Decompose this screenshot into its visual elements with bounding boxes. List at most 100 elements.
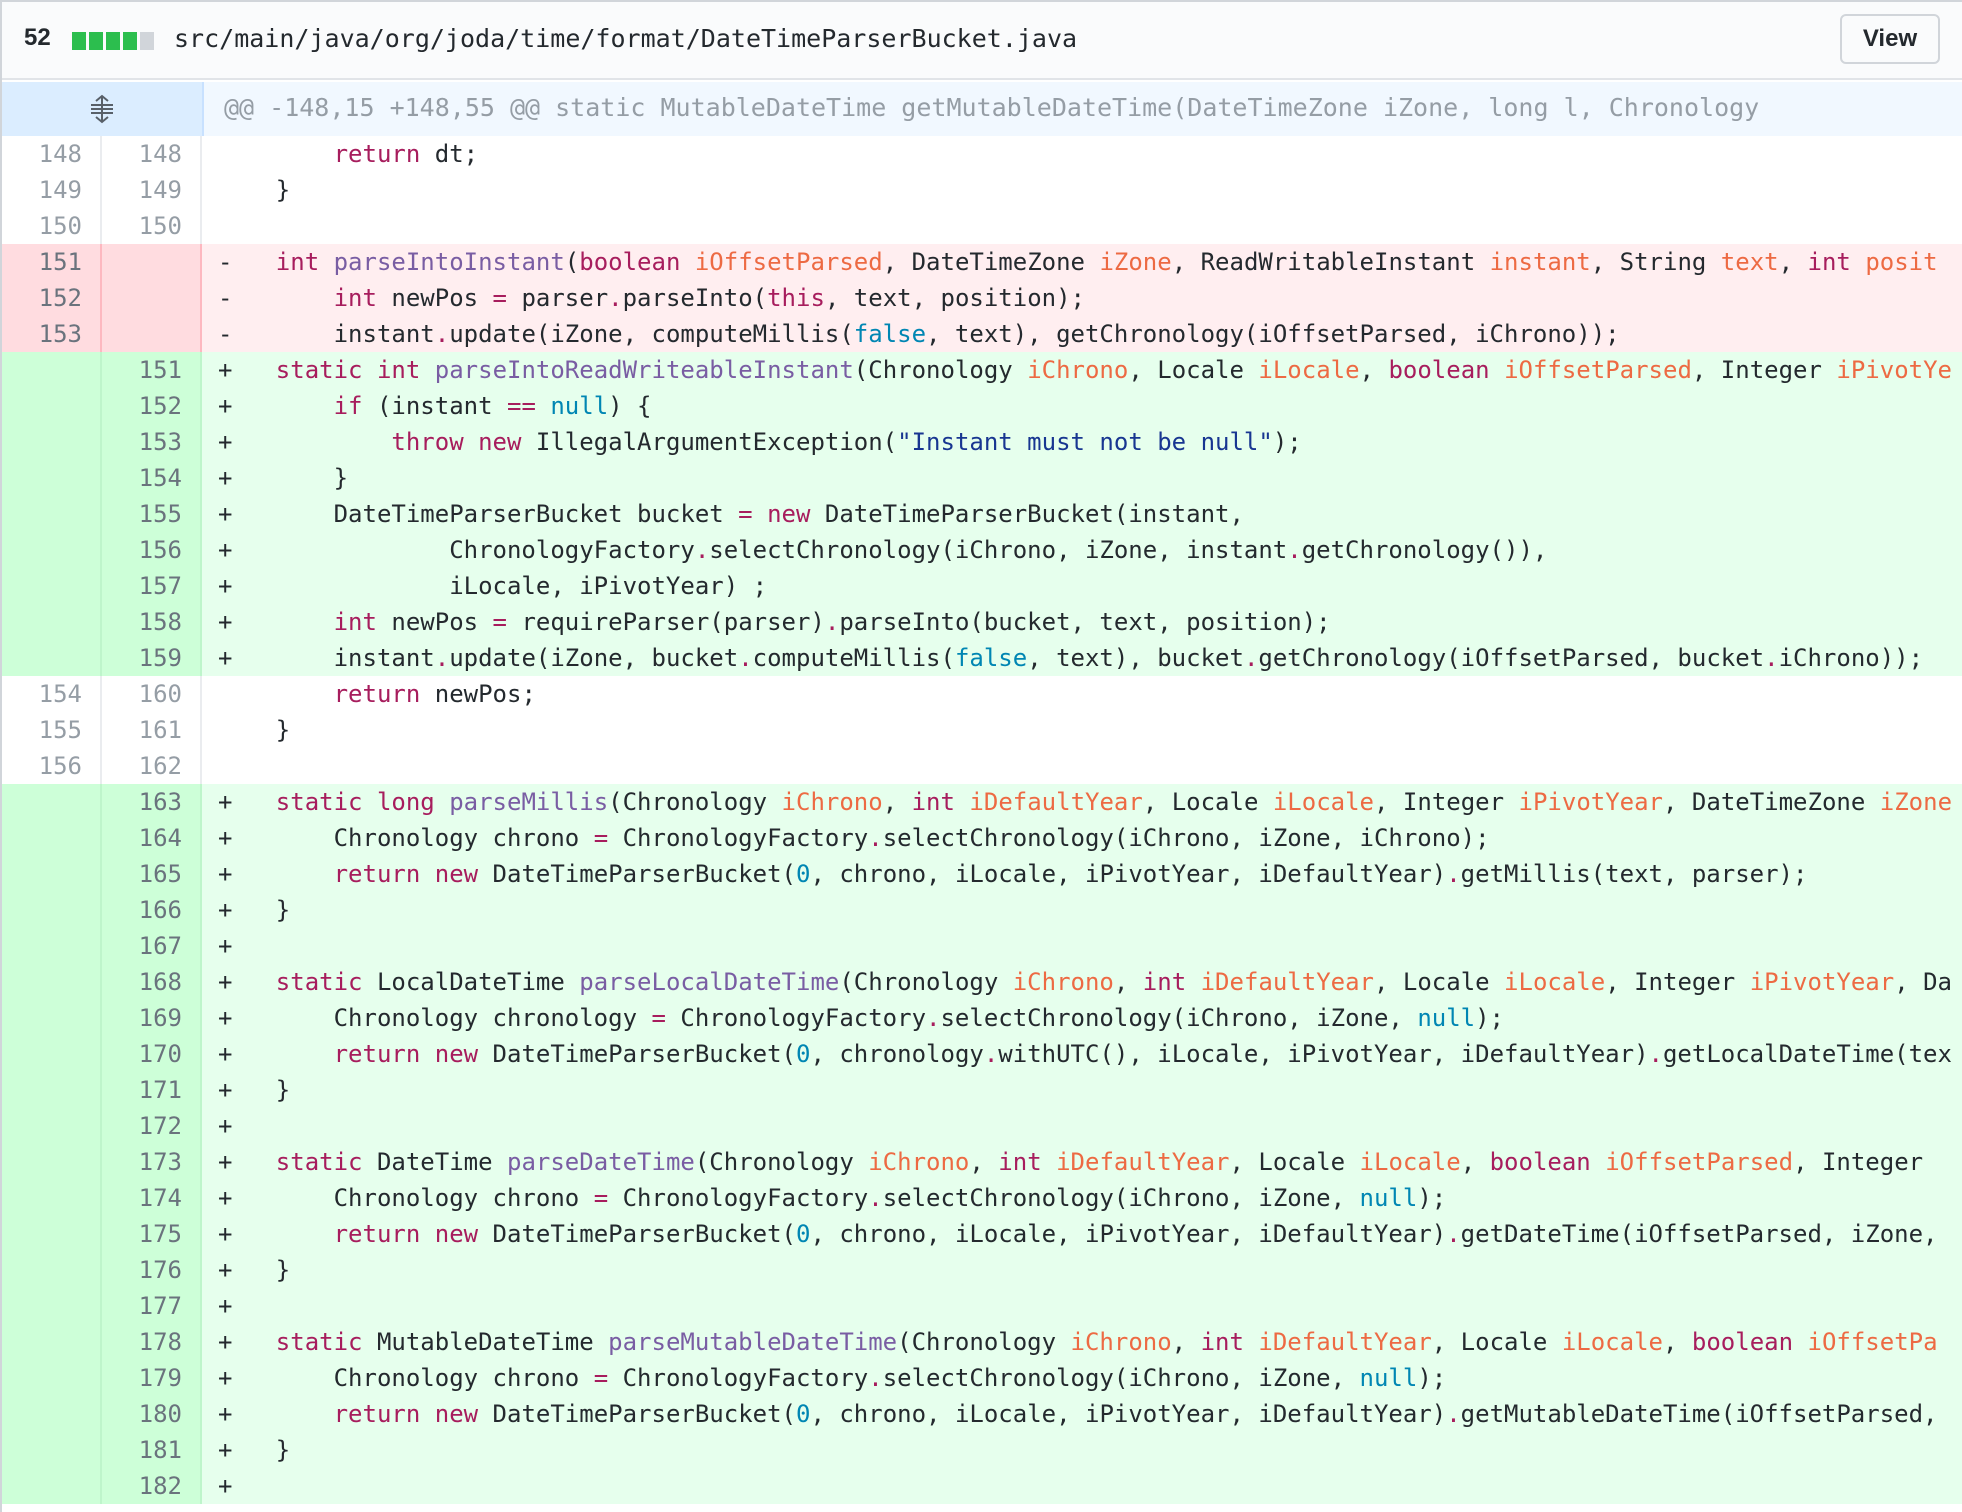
new-line-number[interactable]: 160 — [102, 676, 202, 712]
old-line-number[interactable] — [2, 640, 102, 676]
new-line-number[interactable]: 151 — [102, 352, 202, 388]
old-line-number[interactable] — [2, 460, 102, 496]
diff-stat-block-neutral — [140, 32, 154, 50]
old-line-number[interactable] — [2, 784, 102, 820]
code-line: } — [218, 176, 291, 204]
code-line: - int newPos = parser.parseInto(this, te… — [218, 284, 1085, 312]
new-line-number[interactable]: 167 — [102, 928, 202, 964]
new-line-number[interactable]: 173 — [102, 1144, 202, 1180]
old-line-number[interactable] — [2, 604, 102, 640]
diff-line-add: 172 + — [2, 1108, 1962, 1144]
new-line-number[interactable]: 163 — [102, 784, 202, 820]
new-line-number[interactable]: 162 — [102, 748, 202, 784]
old-line-number[interactable] — [2, 856, 102, 892]
old-line-number[interactable]: 150 — [2, 208, 102, 244]
new-line-number[interactable]: 169 — [102, 1000, 202, 1036]
new-line-number[interactable]: 174 — [102, 1180, 202, 1216]
old-line-number[interactable] — [2, 1288, 102, 1324]
new-line-number[interactable]: 168 — [102, 964, 202, 1000]
new-line-number[interactable]: 164 — [102, 820, 202, 856]
old-line-number[interactable] — [2, 1324, 102, 1360]
old-line-number[interactable]: 155 — [2, 712, 102, 748]
old-line-number[interactable] — [2, 1072, 102, 1108]
old-line-number[interactable]: 149 — [2, 172, 102, 208]
old-line-number[interactable] — [2, 1468, 102, 1504]
new-line-number[interactable]: 161 — [102, 712, 202, 748]
old-line-number[interactable] — [2, 568, 102, 604]
diff-line-add: 182 + — [2, 1468, 1962, 1504]
new-line-number[interactable]: 158 — [102, 604, 202, 640]
code-line: } — [218, 716, 291, 744]
old-line-number[interactable]: 148 — [2, 136, 102, 172]
new-line-number[interactable]: 180 — [102, 1396, 202, 1432]
new-line-number[interactable]: 159 — [102, 640, 202, 676]
new-line-number[interactable]: 153 — [102, 424, 202, 460]
old-line-number[interactable]: 153 — [2, 316, 102, 352]
new-line-number[interactable]: 148 — [102, 136, 202, 172]
view-file-button[interactable]: View — [1840, 14, 1940, 64]
code-line: + instant.update(iZone, bucket.computeMi… — [218, 644, 1924, 672]
old-line-number[interactable] — [2, 532, 102, 568]
new-line-number[interactable]: 166 — [102, 892, 202, 928]
new-line-number[interactable] — [102, 244, 202, 280]
old-line-number[interactable] — [2, 892, 102, 928]
new-line-number[interactable]: 152 — [102, 388, 202, 424]
new-line-number[interactable]: 154 — [102, 460, 202, 496]
new-line-number[interactable]: 157 — [102, 568, 202, 604]
old-line-number[interactable] — [2, 424, 102, 460]
new-line-number[interactable]: 178 — [102, 1324, 202, 1360]
old-line-number[interactable] — [2, 1180, 102, 1216]
old-line-number[interactable]: 154 — [2, 676, 102, 712]
old-line-number[interactable] — [2, 1396, 102, 1432]
diff-line-add: 181 + } — [2, 1432, 1962, 1468]
hunk-header-text: @@ -148,15 +148,55 @@ static MutableDate… — [224, 93, 1760, 122]
old-line-number[interactable] — [2, 964, 102, 1000]
old-line-number[interactable]: 151 — [2, 244, 102, 280]
old-line-number[interactable] — [2, 388, 102, 424]
old-line-number[interactable] — [2, 820, 102, 856]
new-line-number[interactable]: 150 — [102, 208, 202, 244]
old-line-number[interactable] — [2, 1360, 102, 1396]
new-line-number[interactable]: 179 — [102, 1360, 202, 1396]
old-line-number[interactable] — [2, 1252, 102, 1288]
file-path[interactable]: src/main/java/org/joda/time/format/DateT… — [174, 24, 1077, 53]
new-line-number[interactable]: 181 — [102, 1432, 202, 1468]
old-line-number[interactable] — [2, 1108, 102, 1144]
diff-file: 52 src/main/java/org/joda/time/format/Da… — [0, 0, 1962, 1512]
new-line-number[interactable]: 177 — [102, 1288, 202, 1324]
new-line-number[interactable]: 156 — [102, 532, 202, 568]
new-line-number[interactable]: 182 — [102, 1468, 202, 1504]
old-line-number[interactable]: 156 — [2, 748, 102, 784]
new-line-number[interactable]: 171 — [102, 1072, 202, 1108]
new-line-number[interactable]: 172 — [102, 1108, 202, 1144]
new-line-number[interactable] — [102, 280, 202, 316]
diff-line-add: 166 + } — [2, 892, 1962, 928]
old-line-number[interactable] — [2, 496, 102, 532]
diff-line-ctx: 150 150 — [2, 208, 1962, 244]
diff-line-add: 156 + ChronologyFactory.selectChronology(… — [2, 532, 1962, 568]
old-line-number[interactable] — [2, 1000, 102, 1036]
code-line: - int parseIntoInstant(boolean iOffsetPa… — [218, 248, 1938, 276]
old-line-number[interactable] — [2, 352, 102, 388]
old-line-number[interactable] — [2, 928, 102, 964]
diff-line-add: 151 + static int parseIntoReadWriteableIn… — [2, 352, 1962, 388]
code-line: + ChronologyFactory.selectChronology(iCh… — [218, 536, 1548, 564]
code-line: - instant.update(iZone, computeMillis(fa… — [218, 320, 1620, 348]
new-line-number[interactable]: 176 — [102, 1252, 202, 1288]
old-line-number[interactable] — [2, 1144, 102, 1180]
old-line-number[interactable]: 152 — [2, 280, 102, 316]
new-line-number[interactable]: 175 — [102, 1216, 202, 1252]
old-line-number[interactable] — [2, 1036, 102, 1072]
old-line-number[interactable] — [2, 1432, 102, 1468]
new-line-number[interactable] — [102, 316, 202, 352]
diff-line-add: 178 + static MutableDateTime parseMutable… — [2, 1324, 1962, 1360]
hunk-header: @@ -148,15 +148,55 @@ static MutableDate… — [2, 82, 1962, 136]
new-line-number[interactable]: 149 — [102, 172, 202, 208]
new-line-number[interactable]: 170 — [102, 1036, 202, 1072]
old-line-number[interactable] — [2, 1216, 102, 1252]
file-header: 52 src/main/java/org/joda/time/format/Da… — [2, 0, 1962, 80]
new-line-number[interactable]: 155 — [102, 496, 202, 532]
expand-hunk-button[interactable] — [2, 82, 204, 136]
new-line-number[interactable]: 165 — [102, 856, 202, 892]
